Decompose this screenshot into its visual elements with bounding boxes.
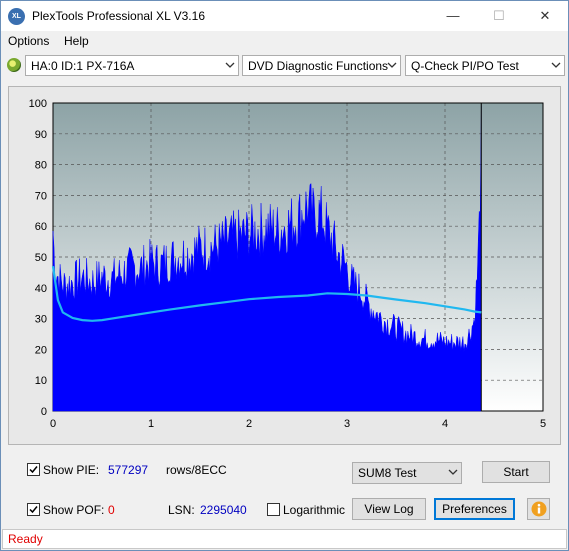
checkmark-icon	[29, 506, 38, 514]
menu-help[interactable]: Help	[64, 34, 89, 48]
status-bar: Ready	[2, 529, 567, 549]
y-tick-label: 60	[35, 221, 47, 233]
function-select-value: DVD Diagnostic Functions	[248, 59, 389, 73]
x-tick-label: 1	[148, 418, 154, 430]
y-tick-label: 100	[29, 98, 47, 110]
y-tick-label: 30	[35, 314, 47, 326]
menu-options[interactable]: Options	[8, 34, 49, 48]
show-pie-checkbox[interactable]	[27, 463, 40, 476]
x-tick-label: 3	[344, 418, 350, 430]
x-tick-label: 4	[442, 418, 448, 430]
chevron-down-icon	[225, 62, 235, 68]
chevron-down-icon	[448, 469, 458, 475]
maximize-button[interactable]: ☐	[476, 1, 522, 31]
y-tick-label: 10	[35, 375, 47, 387]
lsn-label: LSN:	[168, 503, 195, 517]
pof-value: 0	[108, 503, 115, 517]
checkmark-icon	[29, 466, 38, 474]
y-tick-label: 70	[35, 190, 47, 202]
sum-test-select[interactable]: SUM8 Test	[352, 462, 462, 484]
pie-value: 577297	[108, 463, 149, 477]
x-tick-label: 0	[50, 418, 56, 430]
y-tick-label: 20	[35, 344, 47, 356]
y-tick-label: 50	[35, 252, 47, 264]
app-window: XL PlexTools Professional XL V3.16 — ☐ ✕…	[0, 0, 569, 551]
chevron-down-icon	[387, 62, 397, 68]
lsn-value: 2295040	[200, 503, 247, 517]
chart-panel: 0 10 20 30 40 50 60 70 80 90 100 0 1 2 3 4 5	[8, 86, 561, 445]
app-logo-icon: XL	[8, 8, 25, 25]
title-bar: XL PlexTools Professional XL V3.16 — ☐ ✕	[1, 1, 568, 31]
show-pie-label: Show PIE:	[43, 463, 100, 477]
preferences-button[interactable]: Preferences	[434, 498, 515, 520]
y-axis: 0 10 20 30 40 50 60 70 80 90 100	[29, 98, 47, 418]
logarithmic-checkbox[interactable]	[267, 503, 280, 516]
y-tick-label: 0	[41, 406, 47, 418]
toolbar: HA:0 ID:1 PX-716A DVD Diagnostic Functio…	[1, 53, 568, 79]
close-button[interactable]: ✕	[522, 1, 568, 31]
pi-po-chart: 0 10 20 30 40 50 60 70 80 90 100 0 1 2 3 4 5	[29, 98, 546, 430]
x-tick-label: 5	[540, 418, 546, 430]
logarithmic-label: Logarithmic	[283, 503, 346, 517]
function-select[interactable]: DVD Diagnostic Functions	[242, 55, 401, 76]
x-tick-label: 2	[246, 418, 252, 430]
test-select-value: Q-Check PI/PO Test	[411, 59, 519, 73]
chevron-down-icon	[551, 62, 561, 68]
show-pof-label: Show POF:	[43, 503, 105, 517]
minimize-button[interactable]: —	[430, 1, 476, 31]
status-text: Ready	[8, 532, 43, 546]
drive-select-value: HA:0 ID:1 PX-716A	[31, 59, 135, 73]
view-log-button[interactable]: View Log	[352, 498, 426, 520]
x-axis: 0 1 2 3 4 5	[50, 418, 546, 430]
drive-select[interactable]: HA:0 ID:1 PX-716A	[25, 55, 239, 76]
y-tick-label: 90	[35, 129, 47, 141]
show-pof-checkbox[interactable]	[27, 503, 40, 516]
drive-icon	[7, 58, 21, 72]
sum-test-select-value: SUM8 Test	[358, 466, 417, 480]
y-tick-label: 40	[35, 283, 47, 295]
window-title: PlexTools Professional XL V3.16	[32, 9, 205, 23]
test-select[interactable]: Q-Check PI/PO Test	[405, 55, 565, 76]
info-icon	[531, 501, 547, 517]
info-button[interactable]	[527, 498, 550, 520]
y-tick-label: 80	[35, 160, 47, 172]
start-button[interactable]: Start	[482, 461, 550, 483]
menu-bar: Options Help	[1, 31, 568, 52]
rows-label: rows/8ECC	[166, 463, 227, 477]
